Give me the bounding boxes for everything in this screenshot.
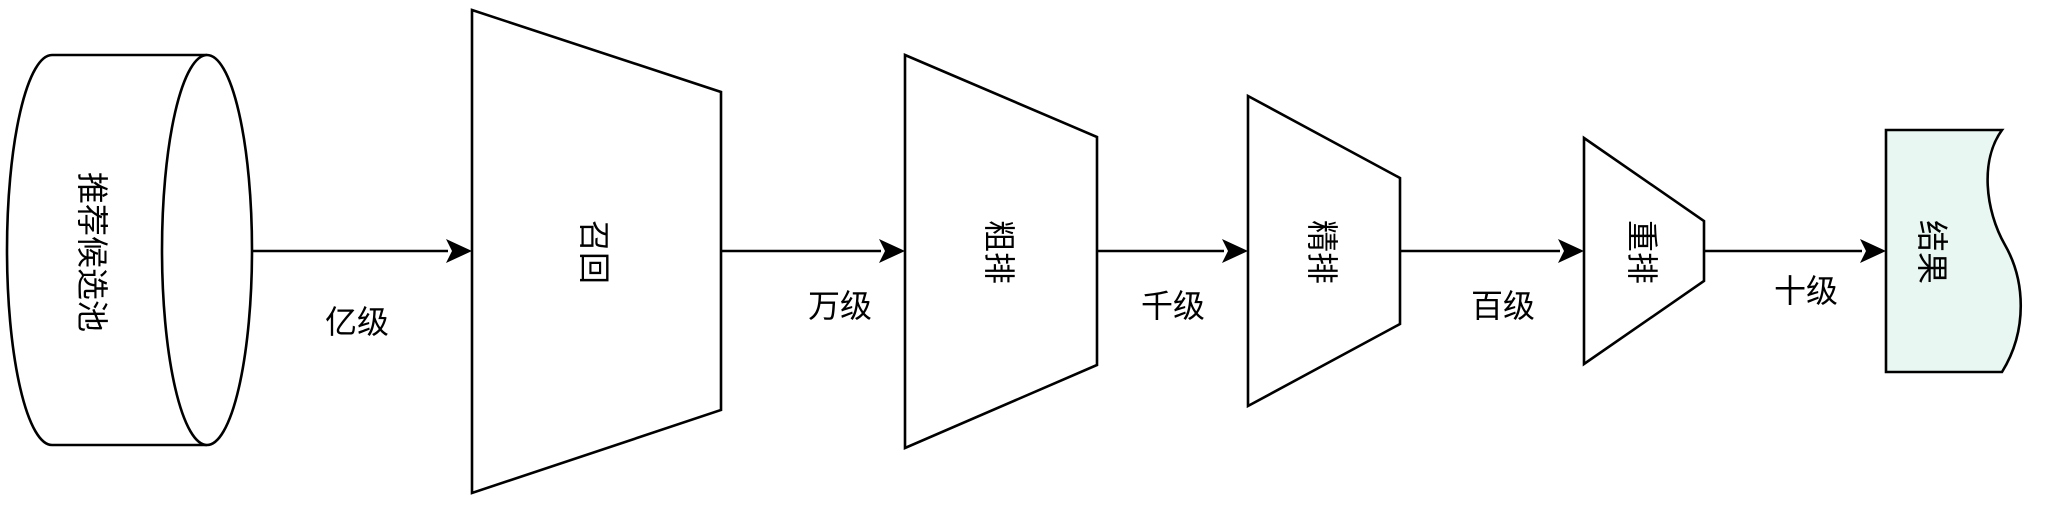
edge-recall-to-coarse-label: 万级 xyxy=(808,287,872,325)
recall-node: 召回 xyxy=(470,8,723,495)
result-shape xyxy=(1884,128,2023,374)
edge-recall-to-coarse: 万级 xyxy=(721,239,905,325)
edge-fine-to-rerank-label: 百级 xyxy=(1471,287,1535,325)
candidate-pool-label: 推荐候选池 xyxy=(73,172,111,332)
coarse-rank-label: 粗排 xyxy=(980,220,1018,284)
result-label: 结果 xyxy=(1913,220,1951,284)
arrowhead-icon xyxy=(1558,239,1584,263)
edge-rerank-to-result-label: 十级 xyxy=(1774,272,1838,310)
arrowhead-icon xyxy=(1222,239,1248,263)
fine-rank-label: 精排 xyxy=(1303,220,1341,284)
arrowhead-icon xyxy=(879,239,905,263)
rerank-label: 重排 xyxy=(1623,220,1661,284)
recommendation-funnel-diagram: 推荐候选池 召回 粗排 精排 重排 结果 亿级 万级 千级 百级 十级 xyxy=(5,8,2023,495)
candidate-pool-body xyxy=(5,53,254,447)
coarse-rank-node: 粗排 xyxy=(903,53,1099,450)
edge-pool-to-recall: 亿级 xyxy=(252,239,472,341)
fine-rank-node: 精排 xyxy=(1246,93,1402,409)
edge-rerank-to-result: 十级 xyxy=(1704,239,1886,310)
result-node: 结果 xyxy=(1884,128,2023,374)
edge-coarse-to-fine-label: 千级 xyxy=(1141,287,1205,325)
rerank-node: 重排 xyxy=(1582,135,1706,367)
arrowhead-icon xyxy=(1860,239,1886,263)
edge-fine-to-rerank: 百级 xyxy=(1400,239,1584,325)
recall-label: 召回 xyxy=(575,220,613,284)
arrowhead-icon xyxy=(446,239,472,263)
candidate-pool-node: 推荐候选池 xyxy=(5,53,254,447)
edge-coarse-to-fine: 千级 xyxy=(1097,239,1248,325)
edge-pool-to-recall-label: 亿级 xyxy=(325,303,389,341)
